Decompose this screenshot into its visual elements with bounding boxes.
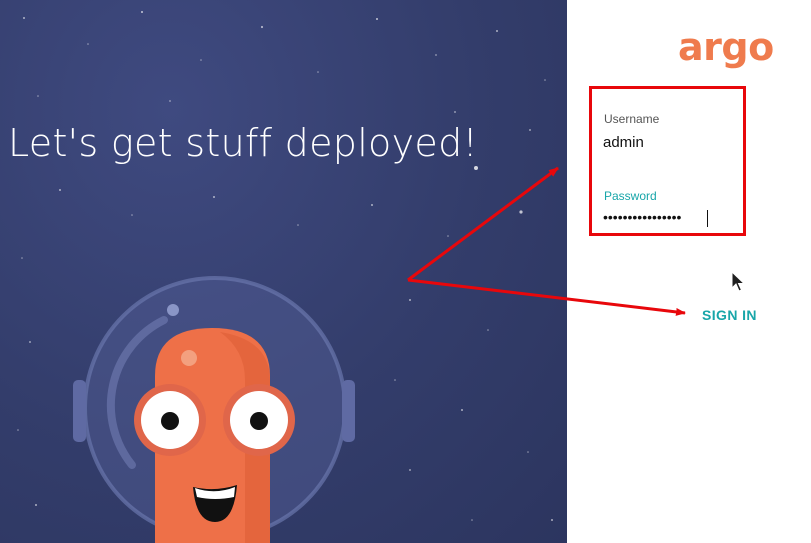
username-label: Username <box>604 112 660 126</box>
hero-panel: Let's get stuff deployed! <box>0 0 567 543</box>
text-caret <box>707 210 708 227</box>
password-input[interactable] <box>603 207 713 227</box>
login-panel: argo Username Password SIGN IN <box>567 0 811 543</box>
password-label: Password <box>604 189 657 203</box>
argo-octopus-astronaut-icon <box>73 276 355 543</box>
sign-in-button[interactable]: SIGN IN <box>702 307 757 323</box>
mouse-pointer-icon <box>731 271 746 292</box>
argo-logo: argo <box>678 25 774 69</box>
username-input[interactable] <box>603 132 713 152</box>
hero-tagline: Let's get stuff deployed! <box>8 121 479 165</box>
